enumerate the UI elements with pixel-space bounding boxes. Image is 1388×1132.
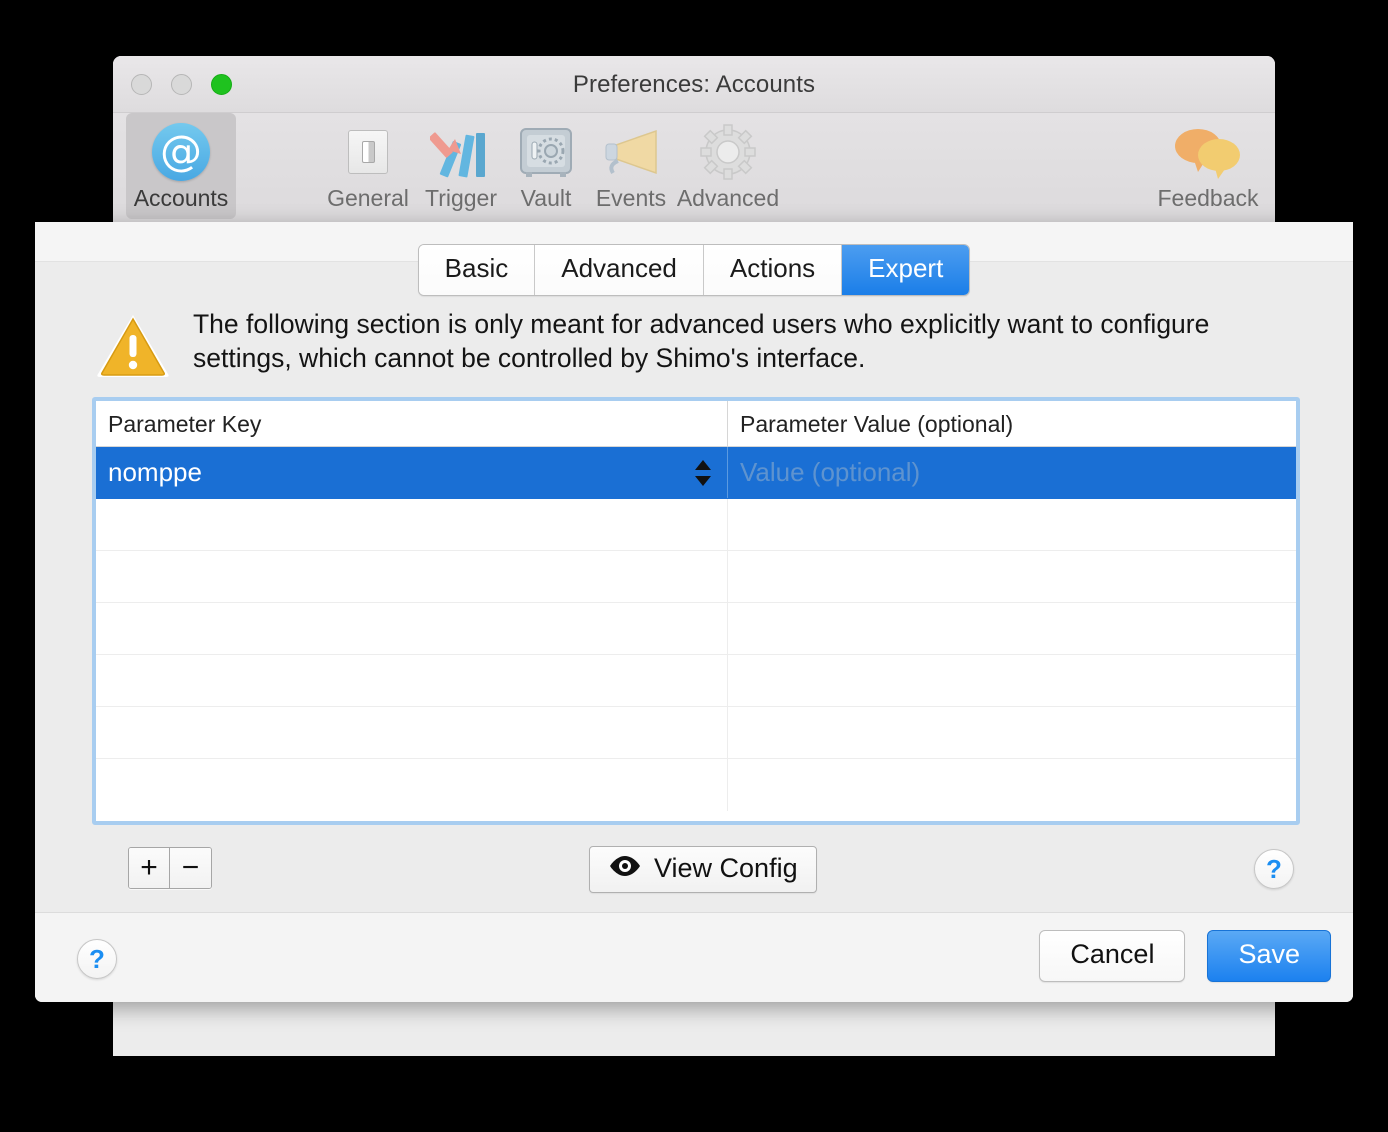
safe-icon [518,121,574,183]
toolbar-item-vault-label: Vault [520,185,572,211]
tab-expert[interactable]: Expert [842,245,970,295]
window-titlebar: Preferences: Accounts [113,56,1275,113]
tab-basic[interactable]: Basic [418,245,536,295]
expert-settings-sheet: Basic Advanced Actions Expert The follow… [35,222,1353,1002]
table-row[interactable] [96,655,1296,707]
toolbar-item-general-label: General [327,185,409,211]
table-row[interactable] [96,759,1296,811]
toolbar-item-feedback-label: Feedback [1157,185,1259,211]
table-row[interactable]: nomppe Value (optional) [96,447,1296,499]
add-parameter-button[interactable]: + [129,848,170,888]
traffic-lights [131,74,232,95]
gear-icon [698,121,758,183]
toolbar-item-accounts-label: Accounts [133,185,229,211]
column-header-parameter-value[interactable]: Parameter Value (optional) [727,401,1296,446]
cell-parameter-value[interactable] [727,551,1296,602]
column-header-parameter-key[interactable]: Parameter Key [96,401,727,446]
help-button-table[interactable]: ? [1254,849,1294,889]
remove-parameter-button[interactable]: − [170,848,211,888]
window-title: Preferences: Accounts [572,71,816,98]
toolbar-item-events[interactable]: Events [576,113,686,225]
tabstrip: Basic Advanced Actions Expert [417,244,971,296]
parameter-key-value: nomppe [108,457,202,487]
trigger-bars-icon [430,121,492,183]
preferences-toolbar: @ Accounts General Trigger Vault Events … [113,113,1275,225]
toolbar-item-events-label: Events [595,185,667,211]
warning-banner: The following section is only meant for … [95,307,1285,379]
tab-advanced[interactable]: Advanced [535,245,704,295]
table-row[interactable] [96,603,1296,655]
toolbar-item-advanced-label: Advanced [676,185,780,211]
cell-parameter-value[interactable]: Value (optional) [727,447,1296,498]
screen: Preferences: Accounts @ Accounts General [0,0,1388,1132]
cell-parameter-key[interactable]: nomppe [96,447,727,498]
parameter-value-placeholder: Value (optional) [740,457,921,487]
cell-parameter-key[interactable] [96,655,727,706]
cell-parameter-key[interactable] [96,707,727,758]
close-button-icon[interactable] [131,74,152,95]
cell-parameter-key[interactable] [96,551,727,602]
save-button[interactable]: Save [1207,930,1331,982]
view-config-button[interactable]: View Config [589,846,817,893]
parameters-table[interactable]: Parameter Key Parameter Value (optional)… [92,397,1300,825]
cell-parameter-value[interactable] [727,759,1296,811]
table-header-row: Parameter Key Parameter Value (optional) [96,401,1296,447]
megaphone-icon [600,121,662,183]
eye-icon [608,853,642,884]
cancel-button[interactable]: Cancel [1039,930,1186,982]
toolbar-item-feedback[interactable]: Feedback [1153,113,1263,225]
toolbar-item-trigger-label: Trigger [425,185,497,211]
at-sign-icon: @ [152,121,210,183]
table-row[interactable] [96,551,1296,603]
warning-triangle-icon [95,311,171,379]
stepper-icon[interactable] [693,458,713,488]
table-row[interactable] [96,499,1296,551]
view-config-label: View Config [654,853,798,883]
table-row[interactable] [96,707,1296,759]
footer-actions: Cancel Save [1039,930,1331,982]
tab-actions[interactable]: Actions [703,245,843,295]
zoom-button-icon[interactable] [211,74,232,95]
add-remove-segmented-control: + − [128,847,212,889]
warning-text: The following section is only meant for … [193,309,1210,373]
minimize-button-icon[interactable] [171,74,192,95]
cell-parameter-key[interactable] [96,603,727,654]
cell-parameter-key[interactable] [96,759,727,811]
toolbar-item-accounts[interactable]: @ Accounts [126,113,236,219]
switch-icon [348,121,388,183]
cell-parameter-value[interactable] [727,655,1296,706]
toolbar-item-advanced[interactable]: Advanced [673,113,783,225]
help-button-footer[interactable]: ? [77,939,117,979]
cell-parameter-value[interactable] [727,707,1296,758]
cell-parameter-value[interactable] [727,603,1296,654]
tab-bar: Basic Advanced Actions Expert [35,244,1353,296]
cell-parameter-value[interactable] [727,499,1296,550]
cell-parameter-key[interactable] [96,499,727,550]
sheet-footer: ? Cancel Save [35,912,1353,1002]
speech-bubbles-icon [1170,121,1246,183]
